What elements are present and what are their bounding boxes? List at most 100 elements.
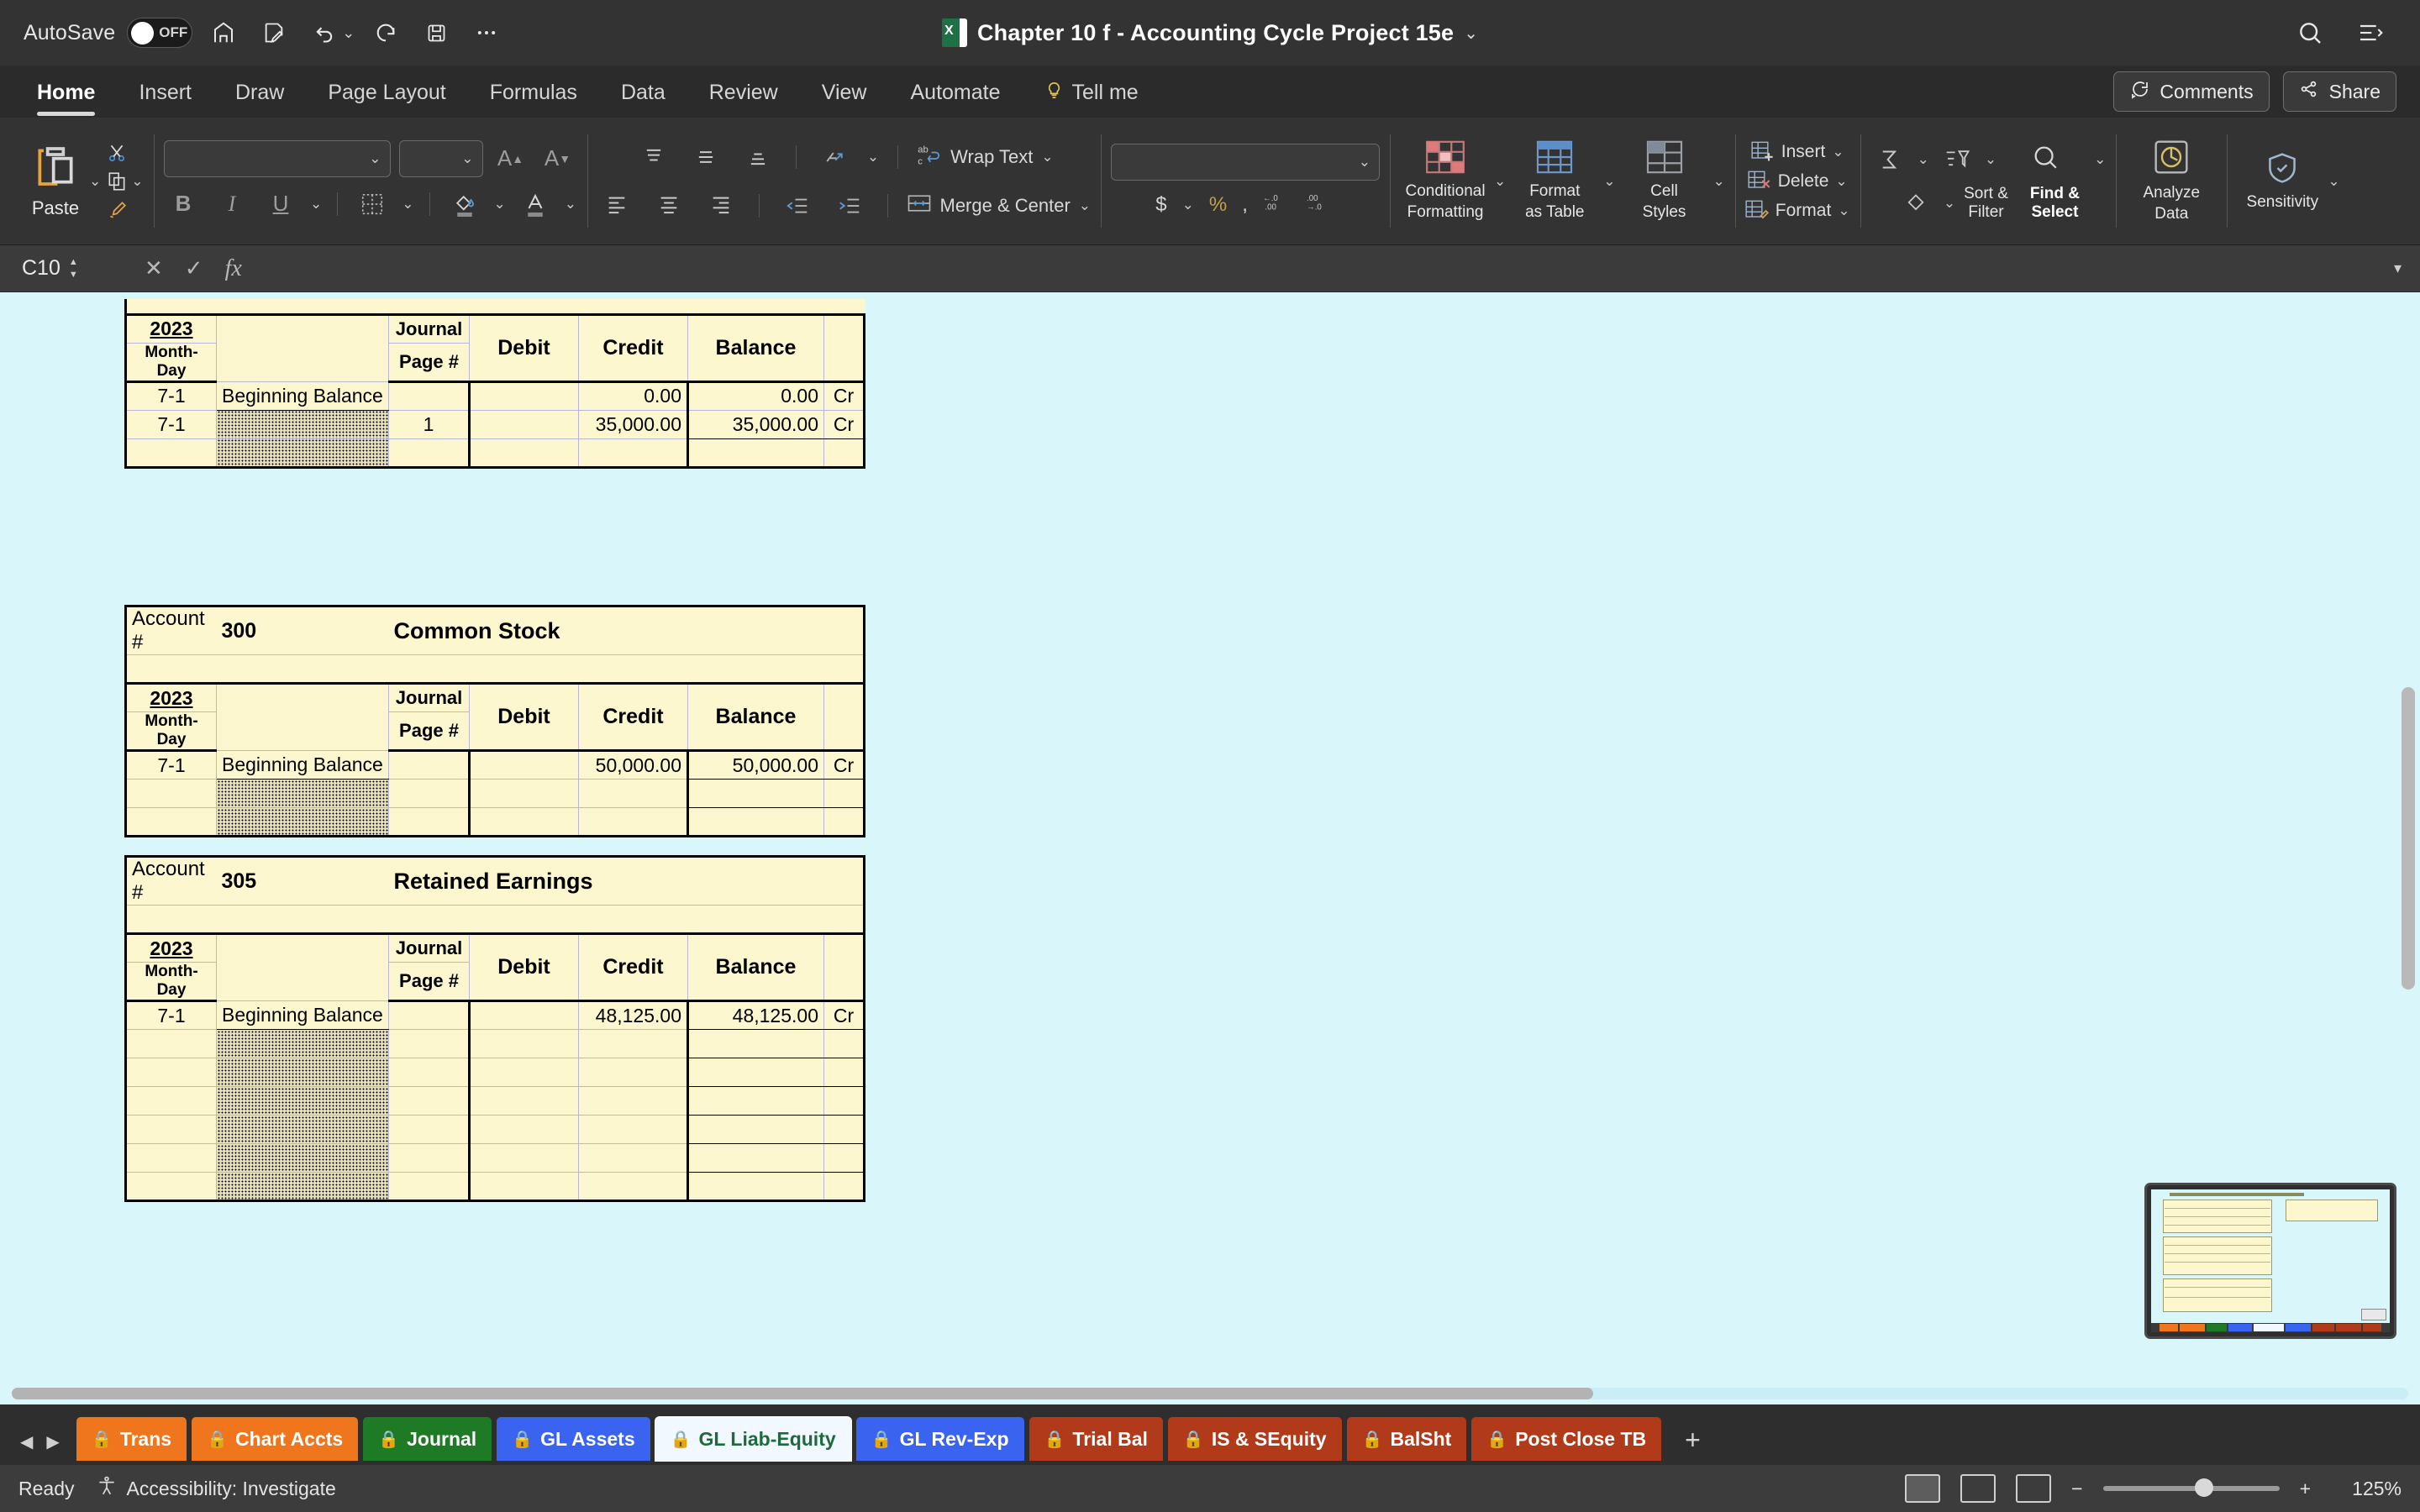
confirm-entry-icon[interactable]: ✓ xyxy=(185,255,203,281)
formula-input[interactable] xyxy=(260,245,2394,291)
align-left-button[interactable] xyxy=(597,187,636,224)
cell-date[interactable] xyxy=(124,1115,217,1144)
cell-dc[interactable] xyxy=(823,1172,865,1202)
cell-dc[interactable] xyxy=(823,779,865,808)
paste-button[interactable]: Paste xyxy=(22,143,89,219)
font-name-input[interactable]: ⌄ xyxy=(163,139,391,177)
cell-description[interactable] xyxy=(216,1058,389,1087)
worksheet-area[interactable]: 2023 Journal Debit Credit Balance Month-… xyxy=(0,292,2420,1383)
tab-view[interactable]: View xyxy=(803,76,886,108)
tab-review[interactable]: Review xyxy=(691,76,797,108)
cell-dc[interactable] xyxy=(823,1058,865,1087)
tab-draw[interactable]: Draw xyxy=(217,76,302,108)
align-center-button[interactable] xyxy=(650,187,688,224)
worksheet-grid[interactable]: 2023 Journal Debit Credit Balance Month-… xyxy=(0,292,2420,1383)
italic-button[interactable]: I xyxy=(213,186,251,223)
underline-button[interactable]: U xyxy=(261,186,300,223)
sort-filter-icon-button[interactable] xyxy=(1938,141,1976,178)
align-top-button[interactable] xyxy=(634,139,673,176)
sheet-tab-gl-rev-exp[interactable]: 🔒 GL Rev-Exp xyxy=(855,1417,1024,1461)
next-sheet-icon[interactable]: ▶ xyxy=(46,1431,59,1452)
horizontal-scrollbar-track[interactable] xyxy=(12,1388,2408,1399)
cell-balance[interactable] xyxy=(687,1029,824,1058)
cell-journal-page[interactable] xyxy=(388,1058,470,1087)
autosum-chevron-down-icon[interactable]: ⌄ xyxy=(1918,151,1929,168)
cell-balance[interactable] xyxy=(687,779,824,808)
increase-decimal-button[interactable]: ←.0.00 xyxy=(1263,191,1292,218)
cell-date[interactable] xyxy=(124,438,217,469)
cell-dc[interactable] xyxy=(823,807,865,837)
format-as-table-button[interactable]: Format as Table xyxy=(1509,140,1600,223)
cell-dc[interactable] xyxy=(823,1029,865,1058)
cell-credit[interactable]: 35,000.00 xyxy=(578,409,688,439)
fill-color-chevron-down-icon[interactable]: ⌄ xyxy=(494,196,506,213)
cell-debit[interactable] xyxy=(468,1029,579,1058)
bold-button[interactable]: B xyxy=(164,186,203,223)
cell-credit[interactable] xyxy=(578,1172,688,1202)
cell-date[interactable]: 7-1 xyxy=(124,409,217,439)
cell-journal-page[interactable] xyxy=(388,1115,470,1144)
undo-icon[interactable] xyxy=(305,13,344,52)
cell-date[interactable]: 7-1 xyxy=(124,380,217,411)
ledger-table[interactable]: Account # 305 Retained Earnings 2023 Jou… xyxy=(124,855,865,1202)
cell-journal-page[interactable] xyxy=(388,1172,470,1202)
cell-debit[interactable] xyxy=(468,1086,579,1116)
zoom-out-button[interactable]: − xyxy=(2071,1478,2082,1500)
cell-description[interactable] xyxy=(216,1172,389,1202)
currency-chevron-down-icon[interactable]: ⌄ xyxy=(1182,197,1194,213)
cell-description[interactable] xyxy=(216,807,389,837)
fill-color-button[interactable] xyxy=(445,186,484,223)
underline-chevron-down-icon[interactable]: ⌄ xyxy=(310,196,322,213)
cell-journal-page[interactable] xyxy=(388,779,470,808)
save-icon[interactable] xyxy=(417,13,455,52)
cell-description[interactable]: Beginning Balance xyxy=(216,381,389,411)
horizontal-scrollbar-thumb[interactable] xyxy=(12,1388,1594,1399)
cell-journal-page[interactable] xyxy=(388,1029,470,1058)
table-row[interactable] xyxy=(124,779,865,808)
normal-view-button[interactable] xyxy=(1905,1474,1941,1503)
cell-balance[interactable] xyxy=(687,807,824,837)
insert-function-icon[interactable]: fx xyxy=(225,255,242,282)
account-number-value[interactable]: 300 xyxy=(216,605,389,655)
table-row[interactable] xyxy=(124,1029,865,1058)
sensitivity-button[interactable]: Sensitivity xyxy=(2237,151,2328,212)
cell-debit[interactable] xyxy=(468,438,579,469)
decrease-font-size-button[interactable]: A ▼ xyxy=(539,140,577,177)
cell-credit[interactable] xyxy=(578,1143,688,1173)
increase-indent-button[interactable] xyxy=(830,187,869,224)
increase-font-size-button[interactable]: A ▲ xyxy=(492,140,530,177)
number-format-chevron-down-icon[interactable]: ⌄ xyxy=(1359,154,1370,171)
align-right-button[interactable] xyxy=(702,187,740,224)
delete-button[interactable]: Delete ⌄ xyxy=(1748,171,1848,192)
sheet-tab-gl-assets[interactable]: 🔒 GL Assets xyxy=(497,1417,650,1461)
cell-date[interactable] xyxy=(124,1172,217,1202)
redo-icon[interactable] xyxy=(366,13,405,52)
copy-button[interactable]: ⌄ xyxy=(106,171,144,192)
format-painter-button[interactable] xyxy=(106,199,143,221)
format-button[interactable]: Format ⌄ xyxy=(1745,200,1850,222)
vertical-scrollbar[interactable] xyxy=(2398,292,2417,1383)
cell-dc[interactable] xyxy=(823,1115,865,1144)
cell-description[interactable]: Beginning Balance xyxy=(216,750,389,780)
spinner-down-icon[interactable]: ▼ xyxy=(69,270,78,280)
cell-balance[interactable]: 48,125.00 xyxy=(687,1000,824,1030)
cell-description[interactable] xyxy=(216,1086,389,1116)
sheet-tab-is-sequity[interactable]: 🔒 IS & SEquity xyxy=(1167,1417,1342,1461)
merge-center-chevron-down-icon[interactable]: ⌄ xyxy=(1079,197,1091,214)
cell-date[interactable] xyxy=(124,1058,217,1087)
save-as-icon[interactable] xyxy=(255,13,293,52)
account-number-value[interactable]: 305 xyxy=(216,855,389,906)
cell-debit[interactable] xyxy=(468,409,579,439)
cut-button[interactable] xyxy=(106,142,143,164)
cell-journal-page[interactable] xyxy=(388,749,470,780)
cell-balance[interactable] xyxy=(687,1172,824,1202)
ledger-table[interactable]: 2023 Journal Debit Credit Balance Month-… xyxy=(124,299,865,469)
cell-styles-button[interactable]: Cell Styles xyxy=(1619,140,1710,223)
sheet-tab-chart-accts[interactable]: 🔒 Chart Accts xyxy=(192,1417,359,1461)
table-row[interactable] xyxy=(124,438,865,469)
cell-styles-chevron-down-icon[interactable]: ⌄ xyxy=(1713,173,1725,190)
sensitivity-chevron-down-icon[interactable]: ⌄ xyxy=(2328,173,2339,190)
align-middle-button[interactable] xyxy=(687,139,725,176)
name-box-spinner[interactable]: ▲ ▼ xyxy=(69,257,78,280)
conditional-formatting-chevron-down-icon[interactable]: ⌄ xyxy=(1494,173,1506,190)
